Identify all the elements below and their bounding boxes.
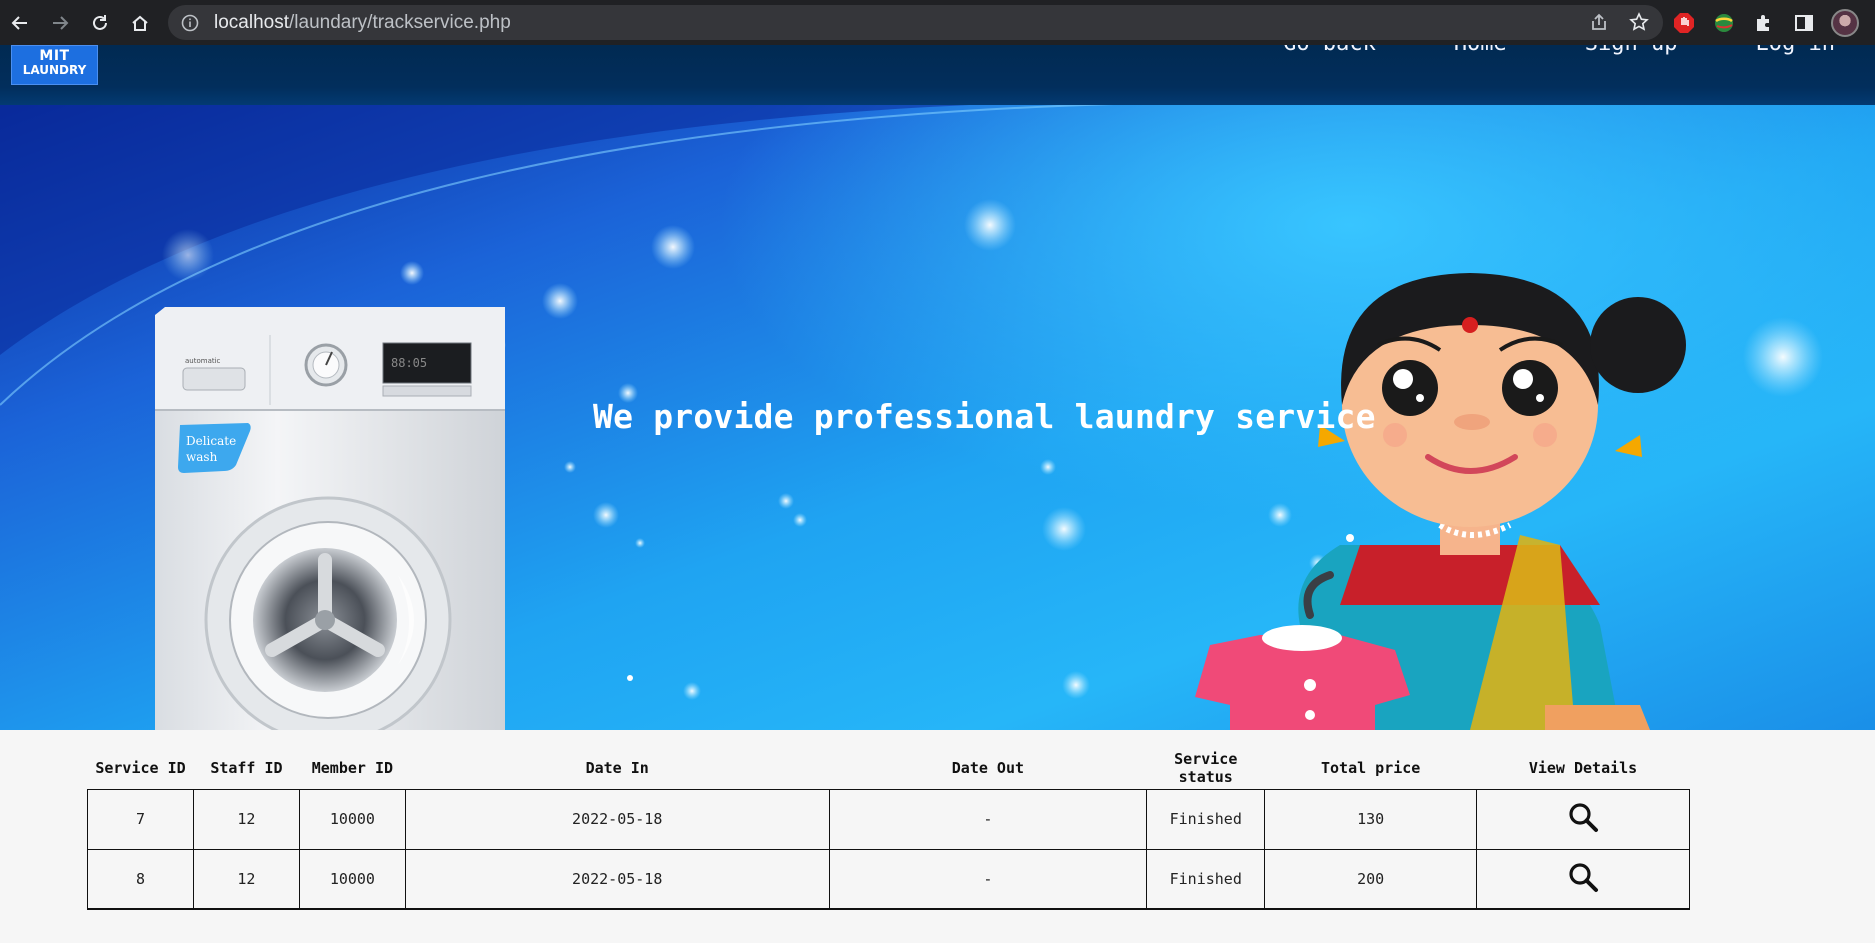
reload-icon xyxy=(93,14,107,30)
magnifier-icon[interactable] xyxy=(1567,861,1599,893)
hero-title: We provide professional laundry service xyxy=(593,397,1376,436)
back-button[interactable] xyxy=(0,0,40,45)
washing-machine-illustration: automatic 88:05 Delicate wash xyxy=(155,307,505,730)
header-member-id: Member ID xyxy=(311,759,394,778)
extension-globe[interactable] xyxy=(1711,10,1737,36)
cell-service-status: Finished xyxy=(1146,848,1266,910)
extensions-button[interactable] xyxy=(1751,10,1777,36)
header-total-price: Total price xyxy=(1320,759,1421,778)
cell-date-in: 2022-05-18 xyxy=(404,848,830,910)
header-service-id: Service ID xyxy=(95,759,186,778)
header-view-details: View Details xyxy=(1528,759,1638,778)
side-panel-button[interactable] xyxy=(1791,10,1817,36)
cell-total-price: 200 xyxy=(1264,848,1478,910)
nav-log-in[interactable]: Log in xyxy=(1756,45,1835,56)
share-icon[interactable] xyxy=(1589,12,1609,32)
service-table-container: Service ID Staff ID Member ID Date In Da… xyxy=(87,748,1690,910)
cell-member-id: 10000 xyxy=(298,848,406,910)
cell-view-details xyxy=(1476,788,1690,850)
cell-staff-id: 12 xyxy=(192,848,300,910)
cell-service-id: 8 xyxy=(87,848,194,910)
reload-button[interactable] xyxy=(80,0,120,45)
svg-text:88:05: 88:05 xyxy=(391,356,427,370)
site-header: MIT LAUNDRY Go back Home Sign up Log in xyxy=(0,45,1875,105)
cell-service-id: 7 xyxy=(87,788,194,850)
table-row: 7 12 10000 2022-05-18 - Finished 130 xyxy=(87,788,1690,850)
hero-banner: automatic 88:05 Delicate wash We provide… xyxy=(0,105,1875,730)
magnifier-icon[interactable] xyxy=(1567,801,1599,833)
svg-text:automatic: automatic xyxy=(185,357,221,365)
home-button[interactable] xyxy=(120,0,160,45)
forward-button[interactable] xyxy=(40,0,80,45)
cell-total-price: 130 xyxy=(1264,788,1478,850)
site-nav: Go back Home Sign up Log in xyxy=(1283,45,1835,56)
header-staff-id: Staff ID xyxy=(210,759,283,778)
svg-text:Delicate: Delicate xyxy=(186,434,236,448)
header-date-out: Date Out xyxy=(951,759,1025,778)
service-table: Service ID Staff ID Member ID Date In Da… xyxy=(87,748,1690,910)
svg-text:wash: wash xyxy=(186,450,218,464)
header-date-in: Date In xyxy=(585,759,649,778)
cell-date-out: - xyxy=(828,848,1148,910)
table-header-row: Service ID Staff ID Member ID Date In Da… xyxy=(88,748,1690,789)
laundry-lady-illustration xyxy=(1195,273,1686,730)
star-icon[interactable] xyxy=(1629,12,1649,32)
logo-text-top: MIT xyxy=(39,48,70,64)
profile-avatar[interactable] xyxy=(1831,9,1859,37)
globe-icon xyxy=(1715,14,1733,32)
browser-toolbar: localhost/laundary/trackservice.php xyxy=(0,0,1875,45)
cell-view-details xyxy=(1476,848,1690,910)
side-panel-icon xyxy=(1795,15,1813,31)
cell-staff-id: 12 xyxy=(192,788,300,850)
extension-adblock[interactable] xyxy=(1671,10,1697,36)
url-text: localhost/laundary/trackservice.php xyxy=(214,11,511,33)
arrow-left-icon xyxy=(11,15,27,30)
nav-home[interactable]: Home xyxy=(1454,45,1507,56)
info-icon[interactable] xyxy=(180,13,200,33)
arrow-right-icon xyxy=(53,15,69,30)
logo-text-bottom: LAUNDRY xyxy=(22,62,87,77)
cell-date-in: 2022-05-18 xyxy=(404,788,830,850)
header-service-status: Service status xyxy=(1174,750,1238,787)
stop-hand-icon xyxy=(1674,13,1694,33)
site-logo[interactable]: MIT LAUNDRY xyxy=(11,45,98,85)
nav-sign-up[interactable]: Sign up xyxy=(1585,45,1678,56)
table-row: 8 12 10000 2022-05-18 - Finished 200 xyxy=(87,848,1690,910)
cell-date-out: - xyxy=(828,788,1148,850)
nav-go-back[interactable]: Go back xyxy=(1283,45,1376,56)
address-bar[interactable]: localhost/laundary/trackservice.php xyxy=(168,5,1663,40)
cell-member-id: 10000 xyxy=(298,788,406,850)
cell-service-status: Finished xyxy=(1146,788,1266,850)
home-icon xyxy=(132,15,148,31)
puzzle-icon xyxy=(1757,15,1769,31)
